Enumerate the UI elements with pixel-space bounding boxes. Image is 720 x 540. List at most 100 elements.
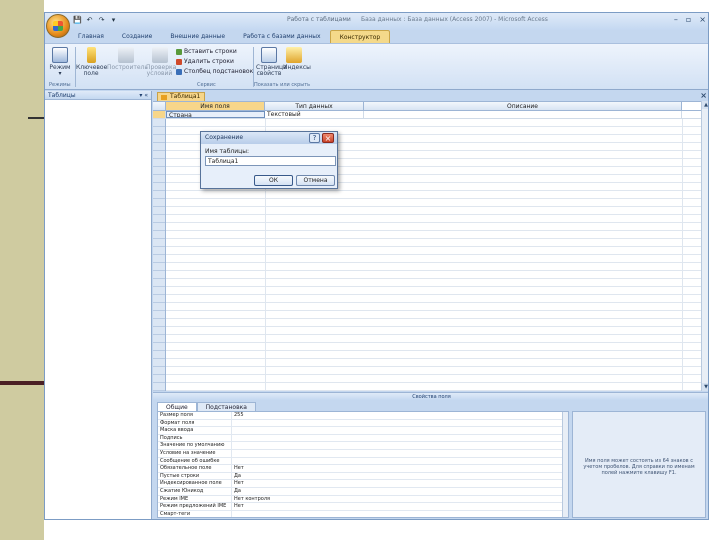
- quick-access-toolbar: 💾 ↶ ↷ ▾: [73, 16, 118, 25]
- vertical-scrollbar[interactable]: ▲ ▼: [701, 101, 708, 391]
- dialog-title-bar[interactable]: Сохранение ? ×: [201, 132, 337, 144]
- close-document-icon[interactable]: ×: [700, 91, 707, 100]
- undo-icon[interactable]: ↶: [85, 16, 94, 25]
- redo-icon[interactable]: ↷: [97, 16, 106, 25]
- maximize-button[interactable]: ▫: [686, 15, 691, 24]
- property-label: Сообщение об ошибке: [158, 457, 232, 465]
- tab-design[interactable]: Конструктор: [329, 30, 391, 43]
- property-row[interactable]: Смарт-теги: [158, 510, 568, 517]
- data-type-header: Тип данных: [265, 102, 364, 110]
- property-value[interactable]: [232, 511, 568, 517]
- field-properties-pane: Общие Подстановка Размер поля 255 Формат …: [153, 400, 708, 519]
- property-value[interactable]: Нет: [232, 465, 568, 472]
- office-button[interactable]: [46, 14, 70, 38]
- contextual-tools-title: Работа с таблицами: [287, 16, 351, 23]
- indexes-button[interactable]: Индексы: [283, 47, 311, 71]
- data-type-cell[interactable]: Текстовый: [265, 111, 364, 118]
- property-label: Условие на значение: [158, 449, 232, 457]
- property-row[interactable]: Сообщение об ошибке: [158, 457, 568, 466]
- property-label: Формат поля: [158, 419, 232, 427]
- property-sheet-icon: [261, 47, 277, 63]
- property-value[interactable]: [232, 435, 568, 442]
- tab-home[interactable]: Главная: [69, 30, 113, 43]
- builder-button[interactable]: Построитель: [107, 47, 148, 71]
- view-button[interactable]: Режим ▾: [49, 47, 71, 77]
- property-row[interactable]: Режим предложений IME Нет: [158, 503, 568, 511]
- property-row[interactable]: Пустые строки Да: [158, 472, 568, 481]
- customize-qat-icon[interactable]: ▾: [109, 16, 118, 25]
- property-value[interactable]: Нет: [232, 503, 568, 510]
- property-value[interactable]: Да: [232, 488, 568, 495]
- property-row[interactable]: Подпись: [158, 434, 568, 443]
- property-label: Индексированное поле: [158, 480, 232, 487]
- builder-label: Построитель: [107, 64, 148, 71]
- nav-pane-controls[interactable]: ▾ «: [139, 91, 148, 99]
- property-row[interactable]: Размер поля 255: [158, 412, 568, 420]
- close-window-button[interactable]: ×: [699, 15, 706, 24]
- close-icon[interactable]: ×: [322, 133, 334, 143]
- property-row[interactable]: Формат поля: [158, 419, 568, 428]
- delete-rows-icon: [176, 58, 182, 65]
- insert-rows-button[interactable]: Вставить строки: [176, 48, 237, 55]
- document-tab-table1[interactable]: Таблица1: [157, 92, 205, 101]
- properties-scrollbar[interactable]: [562, 412, 568, 517]
- save-icon[interactable]: 💾: [73, 16, 82, 25]
- lookup-column-button[interactable]: Столбец подстановок: [176, 68, 253, 75]
- ok-button[interactable]: ОК: [254, 175, 293, 186]
- key-icon: [86, 47, 96, 63]
- row-selector-column[interactable]: [153, 119, 166, 391]
- design-grid-header: Имя поля Тип данных Описание: [153, 102, 701, 111]
- table-name-input[interactable]: [205, 156, 336, 166]
- property-row[interactable]: Обязательное поле Нет: [158, 465, 568, 473]
- primary-key-label: Ключевое поле: [76, 64, 108, 77]
- scroll-up-icon[interactable]: ▲: [702, 101, 708, 109]
- tab-database-tools[interactable]: Работа с базами данных: [234, 30, 330, 43]
- property-label: Размер поля: [158, 412, 232, 419]
- tab-general[interactable]: Общие: [157, 402, 197, 411]
- delete-rows-button[interactable]: Удалить строки: [176, 58, 234, 65]
- tab-lookup[interactable]: Подстановка: [196, 402, 256, 411]
- showhide-group-label: Показать или скрыть: [254, 82, 311, 88]
- property-row[interactable]: Маска ввода: [158, 427, 568, 435]
- property-value[interactable]: Нет контроля: [232, 496, 568, 503]
- row-selector[interactable]: [153, 111, 166, 118]
- property-row[interactable]: Режим IME Нет контроля: [158, 495, 568, 504]
- nav-pane-title: Таблицы: [48, 92, 76, 99]
- property-value[interactable]: Да: [232, 473, 568, 480]
- property-row[interactable]: Условие на значение: [158, 449, 568, 458]
- property-value[interactable]: [232, 420, 568, 427]
- cancel-button[interactable]: Отмена: [296, 175, 335, 186]
- tab-create[interactable]: Создание: [113, 30, 161, 43]
- insert-rows-icon: [176, 48, 182, 55]
- field-name-cell[interactable]: Страна: [166, 111, 265, 118]
- property-value[interactable]: [232, 442, 568, 449]
- help-icon[interactable]: ?: [309, 133, 320, 143]
- field-properties-bar: Свойства поля: [153, 392, 708, 400]
- column-divider: [682, 119, 683, 391]
- delete-rows-label: Удалить строки: [184, 58, 234, 65]
- property-value[interactable]: [232, 458, 568, 465]
- property-row[interactable]: Индексированное поле Нет: [158, 480, 568, 488]
- property-value[interactable]: [232, 427, 568, 434]
- navigation-pane: Таблицы ▾ «: [45, 91, 152, 519]
- dialog-title: Сохранение: [205, 134, 244, 141]
- document-tab-label: Таблица1: [170, 93, 201, 100]
- test-rules-button[interactable]: Проверка условий: [146, 47, 176, 77]
- property-value[interactable]: [232, 450, 568, 457]
- primary-key-button[interactable]: Ключевое поле: [76, 47, 108, 77]
- minimize-button[interactable]: –: [674, 15, 678, 24]
- scroll-down-icon[interactable]: ▼: [702, 383, 708, 391]
- description-cell[interactable]: [364, 111, 682, 118]
- nav-pane-header[interactable]: Таблицы ▾ «: [45, 91, 151, 100]
- row-selector-header[interactable]: [153, 102, 166, 110]
- table-row[interactable]: Страна Текстовый: [153, 111, 701, 119]
- property-row[interactable]: Сжатие Юникод Да: [158, 487, 568, 496]
- property-sheet-button[interactable]: Страница свойств: [256, 47, 287, 77]
- property-row[interactable]: Значение по умолчанию: [158, 442, 568, 450]
- tab-external-data[interactable]: Внешние данные: [161, 30, 234, 43]
- property-value[interactable]: Нет: [232, 480, 568, 487]
- property-value[interactable]: 255: [232, 412, 568, 419]
- property-sheet-label: Страница свойств: [256, 64, 287, 77]
- field-help-text: Имя поля может состоять из 64 знаков с у…: [572, 411, 706, 518]
- field-name-header: Имя поля: [166, 102, 265, 110]
